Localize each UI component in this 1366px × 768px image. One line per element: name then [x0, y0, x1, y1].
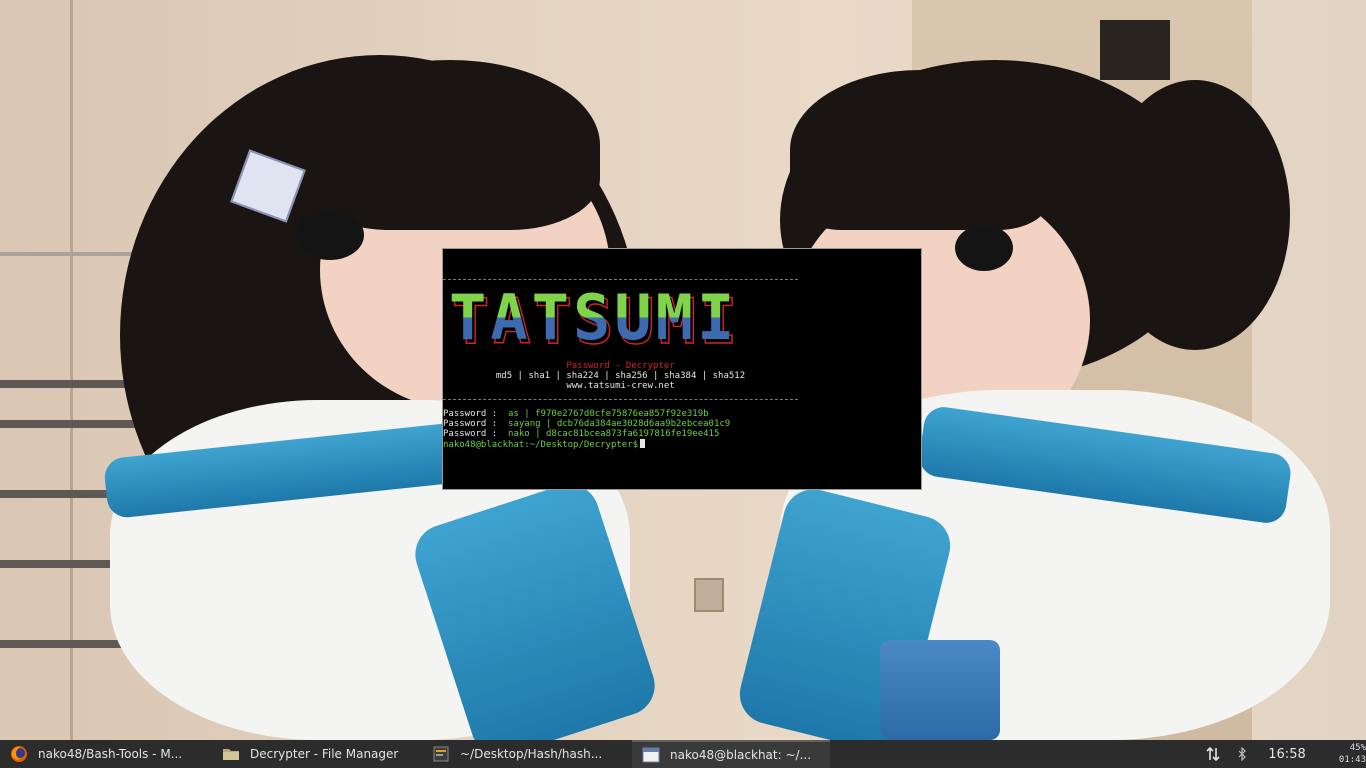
folder-icon	[223, 749, 239, 760]
taskbar: nako48/Bash-Tools - M... Decrypter - Fil…	[0, 740, 1366, 768]
website-text: www.tatsumi-crew.net	[566, 381, 675, 391]
shell-prompt[interactable]: nako48@blackhat:~/Desktop/Decrypter$	[443, 439, 646, 450]
tatsumi-ascii-banner: TATSUMI TATSUMI	[449, 285, 738, 345]
terminal-icon	[642, 747, 660, 763]
banner-text: TATSUMI	[449, 285, 738, 345]
battery-percent: 45%	[1349, 743, 1366, 753]
terminal-window[interactable]: TATSUMI TATSUMI Password - Decrypter md5…	[442, 248, 922, 490]
clock[interactable]: 16:58	[1262, 740, 1312, 768]
task-label: nako48@blackhat: ~/...	[670, 748, 812, 762]
algorithms-text: md5 | sha1 | sha224 | sha256 | sha384 | …	[495, 371, 746, 381]
divider-bottom	[443, 399, 798, 400]
divider-top	[443, 279, 798, 280]
text-editor-icon	[433, 746, 449, 762]
network-icon[interactable]	[1202, 740, 1224, 768]
bluetooth-icon[interactable]	[1232, 740, 1252, 768]
task-text-editor[interactable]: ~/Desktop/Hash/hash...	[422, 740, 630, 768]
task-firefox[interactable]: nako48/Bash-Tools - M...	[0, 740, 210, 768]
result-line: Password : sayang | dcb76da384ae3028d6aa…	[443, 419, 731, 429]
battery-status[interactable]: 45% 01:43	[1326, 742, 1366, 766]
subtitle-text: Password - Decrypter	[566, 361, 675, 371]
task-terminal[interactable]: nako48@blackhat: ~/...	[632, 740, 830, 768]
task-label: nako48/Bash-Tools - M...	[38, 747, 183, 761]
battery-remaining-time: 01:43	[1338, 755, 1366, 765]
task-label: Decrypter - File Manager	[250, 747, 399, 761]
result-line: Password : nako | d8cac81bcea873fa619781…	[443, 429, 720, 439]
result-line: Password : as | f970e2767d0cfe75876ea857…	[443, 409, 709, 419]
task-file-manager[interactable]: Decrypter - File Manager	[212, 740, 420, 768]
task-label: ~/Desktop/Hash/hash...	[460, 747, 603, 761]
firefox-icon	[11, 746, 27, 762]
text-cursor	[640, 439, 646, 448]
